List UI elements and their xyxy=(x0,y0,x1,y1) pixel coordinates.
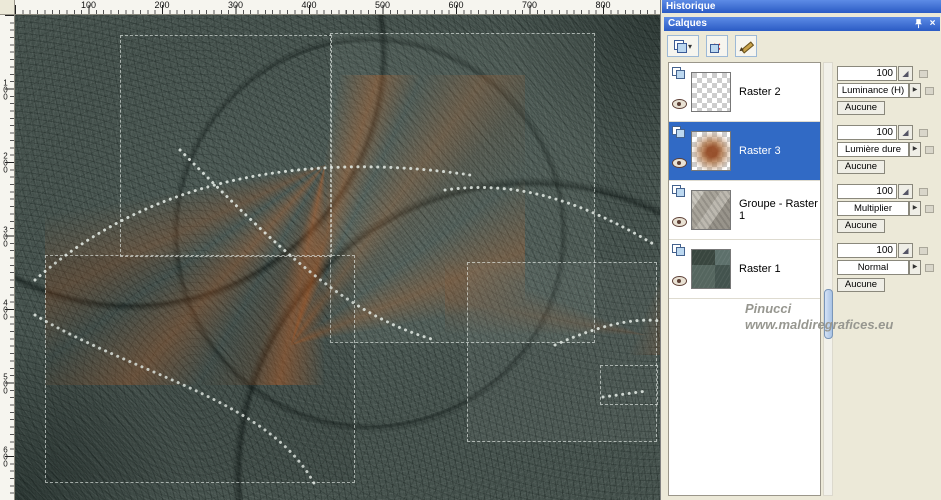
opacity-field[interactable]: 100 xyxy=(837,66,897,81)
opacity-field[interactable]: 100 xyxy=(837,184,897,199)
watermark-line2: www.maldiregrafices.eu xyxy=(745,317,894,332)
layers-list: Raster 2 Raster 3 Groupe - Raster 1 Rast… xyxy=(668,62,821,496)
horizontal-ruler: 100 200 300 400 500 600 700 800 xyxy=(15,0,660,15)
selection-marquee xyxy=(600,365,658,405)
layer-thumbnail xyxy=(691,190,731,230)
layer-row-raster2[interactable]: Raster 2 xyxy=(669,63,820,122)
calques-title: Calques xyxy=(668,18,707,29)
selection-marquee xyxy=(120,35,332,257)
link-set-button[interactable]: Aucune xyxy=(837,160,885,174)
pencil-icon xyxy=(738,39,755,54)
layer-name: Groupe - Raster 1 xyxy=(739,198,818,222)
layer-thumbnail xyxy=(691,72,731,112)
delete-layer-button[interactable]: × xyxy=(706,35,728,57)
opacity-slider-button[interactable]: ◢ xyxy=(898,66,913,81)
psp-workspace: 100 200 300 400 500 600 700 800 100 200 … xyxy=(0,0,941,500)
layer-controls-raster2: 100 ◢ Luminance (H) ▶ Aucune xyxy=(835,66,941,118)
pin-icon[interactable] xyxy=(913,18,924,29)
layer-row-groupe-raster1[interactable]: Groupe - Raster 1 xyxy=(669,181,820,240)
layer-row-raster3[interactable]: Raster 3 xyxy=(669,122,820,181)
watermark-text: Pinucci www.maldiregrafices.eu xyxy=(745,301,893,333)
edit-selection-button[interactable] xyxy=(735,35,757,57)
blend-mode-arrow-icon[interactable]: ▶ xyxy=(909,201,921,216)
layer-indicator-icon xyxy=(919,188,928,196)
layer-indicator-icon xyxy=(919,247,928,255)
layer-controls-raster1: 100 ◢ Normal ▶ Aucune xyxy=(835,243,941,295)
canvas-image[interactable] xyxy=(15,15,660,500)
canvas-area: 100 200 300 400 500 600 700 800 100 200 … xyxy=(0,0,660,500)
layer-indicator-icon xyxy=(919,129,928,137)
blend-mode-arrow-icon[interactable]: ▶ xyxy=(909,260,921,275)
blend-mode-arrow-icon[interactable]: ▶ xyxy=(909,142,921,157)
layer-controls-groupe-raster1: 100 ◢ Multiplier ▶ Aucune xyxy=(835,184,941,236)
layer-type-icon xyxy=(672,67,686,79)
new-layer-button[interactable]: ▾ xyxy=(667,35,699,57)
opacity-slider-button[interactable]: ◢ xyxy=(898,243,913,258)
layer-type-icon xyxy=(672,244,686,256)
layers-toolbar: ▾ × xyxy=(667,34,757,58)
layer-row-raster1[interactable]: Raster 1 xyxy=(669,240,820,299)
opacity-slider-button[interactable]: ◢ xyxy=(898,184,913,199)
historique-title: Historique xyxy=(666,1,716,12)
link-set-button[interactable]: Aucune xyxy=(837,278,885,292)
layer-indicator-icon xyxy=(925,87,934,95)
layer-thumbnail xyxy=(691,131,731,171)
layer-indicator-icon xyxy=(925,146,934,154)
watermark-line1: Pinucci xyxy=(745,301,792,316)
chevron-down-icon: ▾ xyxy=(687,41,692,51)
blend-mode-select[interactable]: Lumière dure xyxy=(837,142,909,157)
layer-controls-column: 100 ◢ Luminance (H) ▶ Aucune 100 ◢ Lumiè… xyxy=(835,62,941,496)
vertical-ruler: 100 200 300 400 500 600 xyxy=(0,15,15,500)
new-layer-icon xyxy=(673,40,687,53)
selection-marquee xyxy=(45,255,355,483)
layers-scrollbar[interactable] xyxy=(823,62,833,496)
layer-thumbnail xyxy=(691,249,731,289)
calques-titlebar[interactable]: Calques × xyxy=(664,17,940,31)
opacity-slider-button[interactable]: ◢ xyxy=(898,125,913,140)
ruler-ticks-major xyxy=(15,5,660,14)
visibility-eye-icon[interactable] xyxy=(672,217,687,227)
ruler-ticks-major xyxy=(5,15,14,500)
layer-name: Raster 3 xyxy=(739,145,781,157)
layer-name: Raster 1 xyxy=(739,263,781,275)
layer-controls-raster3: 100 ◢ Lumière dure ▶ Aucune xyxy=(835,125,941,177)
historique-titlebar[interactable]: Historique xyxy=(662,0,941,13)
right-panel: Historique Calques × ▾ × xyxy=(660,0,941,500)
layer-type-icon xyxy=(672,185,686,197)
visibility-eye-icon[interactable] xyxy=(672,276,687,286)
visibility-eye-icon[interactable] xyxy=(672,158,687,168)
layer-indicator-icon xyxy=(925,205,934,213)
ruler-corner xyxy=(0,0,15,15)
blend-mode-select[interactable]: Multiplier xyxy=(837,201,909,216)
selection-marquee xyxy=(467,262,657,442)
layer-type-icon xyxy=(672,126,686,138)
visibility-eye-icon[interactable] xyxy=(672,99,687,109)
link-set-button[interactable]: Aucune xyxy=(837,101,885,115)
blend-mode-arrow-icon[interactable]: ▶ xyxy=(909,83,921,98)
layer-square-icon xyxy=(710,44,719,53)
opacity-field[interactable]: 100 xyxy=(837,243,897,258)
layer-indicator-icon xyxy=(919,70,928,78)
layer-name: Raster 2 xyxy=(739,86,781,98)
blend-mode-select[interactable]: Normal xyxy=(837,260,909,275)
blend-mode-select[interactable]: Luminance (H) xyxy=(837,83,909,98)
close-icon[interactable]: × xyxy=(927,18,938,29)
link-set-button[interactable]: Aucune xyxy=(837,219,885,233)
layer-indicator-icon xyxy=(925,264,934,272)
opacity-field[interactable]: 100 xyxy=(837,125,897,140)
